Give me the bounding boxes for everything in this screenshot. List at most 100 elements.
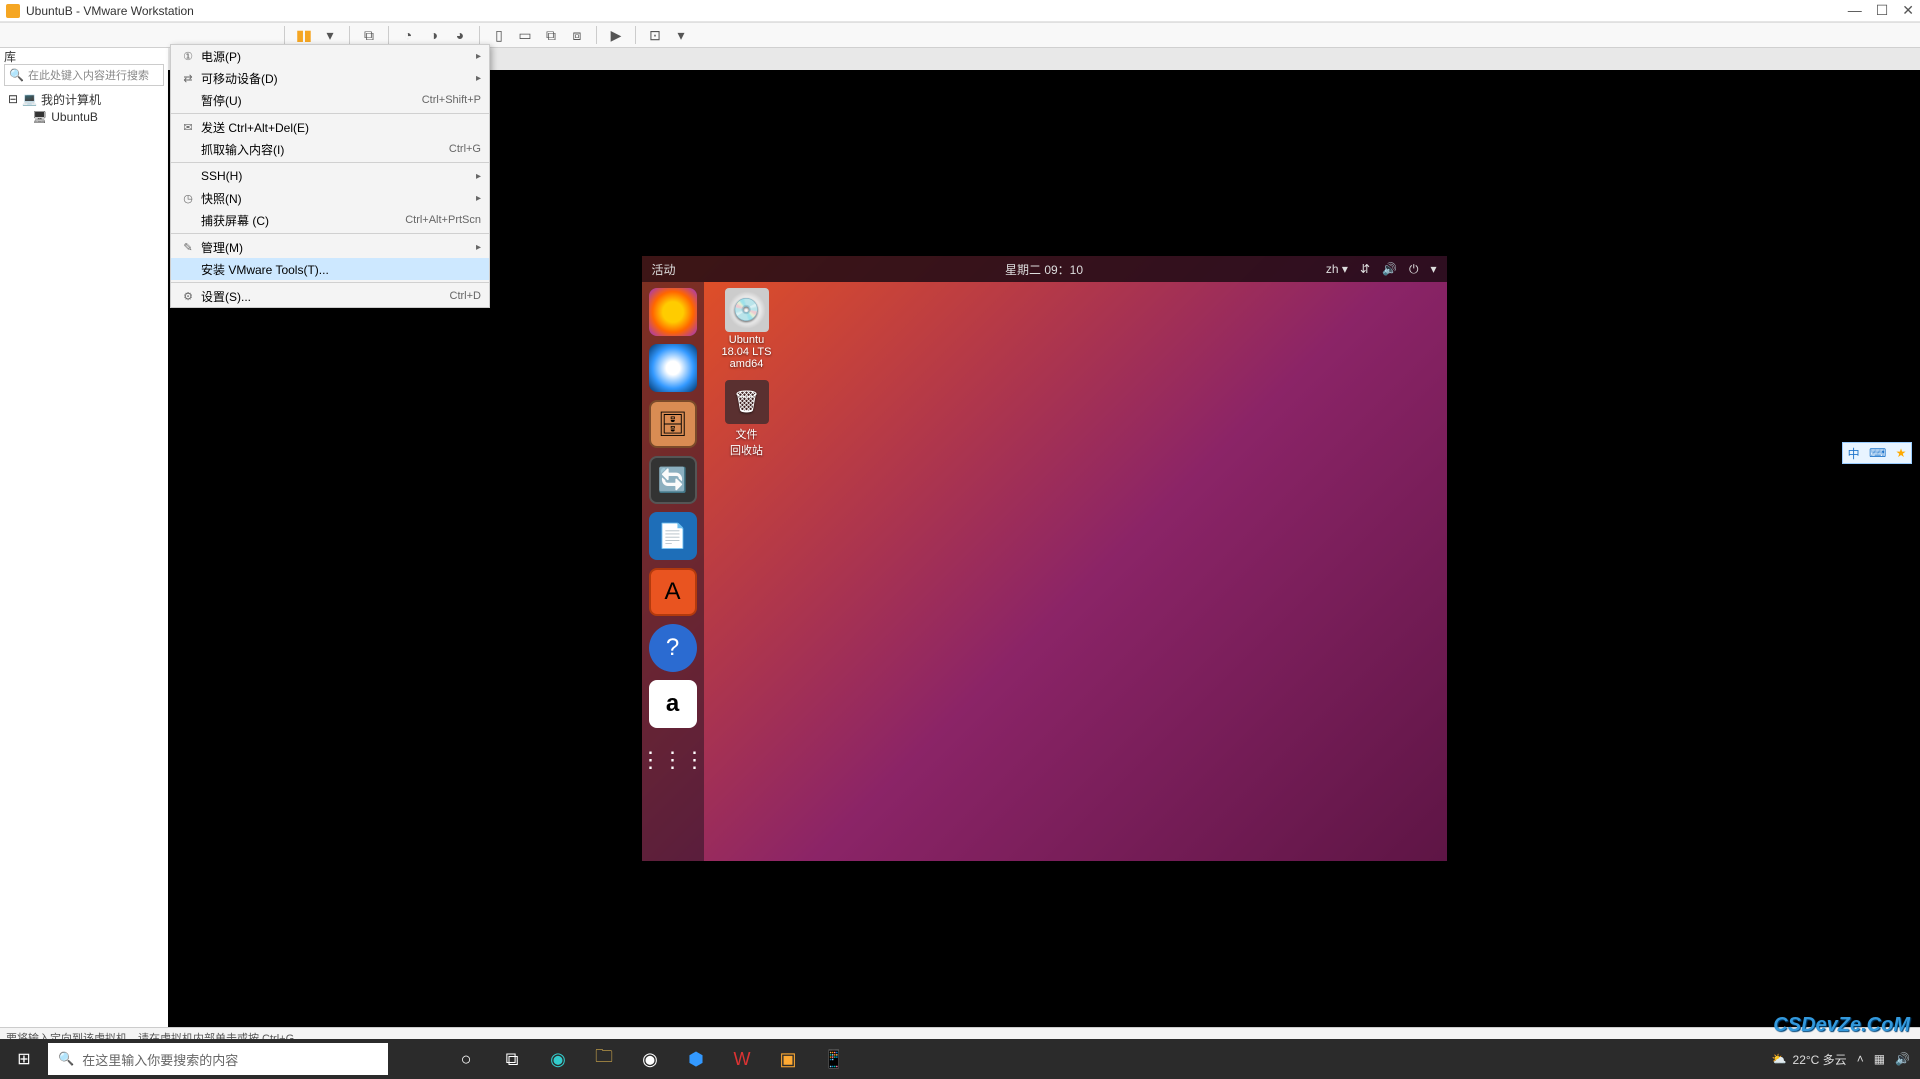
search-placeholder: 在此处键入内容进行搜索	[28, 67, 149, 83]
tree-root[interactable]: ⊟ 💻 我的计算机	[8, 90, 101, 108]
snapshot-manage-icon[interactable]: ◕	[449, 25, 471, 45]
weather-widget[interactable]: ⛅ 22°C 多云	[1772, 1051, 1847, 1068]
library-tree: ⊟ 💻 我的计算机 🖥 UbuntuB	[8, 90, 101, 126]
removable-icon: ⇄	[179, 72, 197, 85]
minimize-button[interactable]: —	[1848, 2, 1862, 19]
watermark: CSDevZe.CoM	[1773, 1014, 1910, 1037]
ime-keyboard-icon: ⌨	[1869, 446, 1886, 460]
maximize-button[interactable]: ☐	[1876, 2, 1889, 19]
menu-power[interactable]: ①电源(P)▸	[171, 45, 489, 67]
ime-widget[interactable]: 中 ⌨ ★	[1842, 442, 1912, 464]
menu-manage[interactable]: ✎管理(M)▸	[171, 236, 489, 258]
menu-install-tools[interactable]: 安装 VMware Tools(T)...	[171, 258, 489, 280]
menu-arrow-icon[interactable]: ▾	[1430, 262, 1436, 276]
menu-pause[interactable]: 暂停(U)Ctrl+Shift+P	[171, 89, 489, 111]
tree-root-label: 我的计算机	[41, 91, 101, 108]
vmware-app-icon	[6, 4, 20, 18]
menu-removable[interactable]: ⇄可移动设备(D)▸	[171, 67, 489, 89]
menu-snapshot[interactable]: ◷快照(N)▸	[171, 187, 489, 209]
menu-separator	[171, 162, 489, 163]
power-icon[interactable]: ⏻	[1409, 262, 1419, 277]
library-label: 库	[4, 48, 16, 65]
tree-vm-label: UbuntuB	[51, 110, 98, 124]
search-placeholder: 在这里输入你要搜索的内容	[82, 1050, 238, 1069]
dropdown-toggle-icon[interactable]: ▾	[319, 25, 341, 45]
snapshot-revert-icon[interactable]: ◑	[423, 25, 445, 45]
layout-icon-3[interactable]: ⧉	[540, 25, 562, 45]
title-bar: UbuntuB - VMware Workstation — ☐ ✕	[0, 0, 1920, 22]
software-icon[interactable]: A	[649, 568, 697, 616]
window-title: UbuntuB - VMware Workstation	[26, 4, 194, 18]
tray-volume-icon[interactable]: 🔊	[1895, 1052, 1910, 1066]
ubuntu-dock: 🗄 🔄 📄 A ? a ⋮⋮⋮	[642, 282, 704, 861]
menu-send-cad[interactable]: ✉发送 Ctrl+Alt+Del(E)	[171, 116, 489, 138]
trash-icon: 🗑	[725, 380, 769, 424]
ubuntu-desktop-icons: 💿 Ubuntu 18.04 LTS amd64 🗑 文件 回收站	[712, 288, 782, 458]
app-icon-3[interactable]: 📱	[812, 1039, 856, 1079]
vmware-taskbar-icon[interactable]: ▣	[766, 1039, 810, 1079]
menu-capture[interactable]: 捕获屏幕 (C)Ctrl+Alt+PrtScn	[171, 209, 489, 231]
desktop-icon-trash[interactable]: 🗑 文件 回收站	[712, 380, 782, 458]
search-icon: 🔍	[9, 68, 24, 82]
library-search[interactable]: 🔍 在此处键入内容进行搜索	[4, 64, 164, 86]
ubuntu-desktop[interactable]: 活动 星期二 09：10 zh ▾ ⇵ 🔊 ⏻ ▾ 🗄 🔄 📄 A ? a	[642, 256, 1447, 861]
start-button[interactable]: ⊞	[0, 1039, 48, 1079]
writer-icon[interactable]: 📄	[649, 512, 697, 560]
close-button[interactable]: ✕	[1902, 2, 1914, 19]
ubuntu-lang[interactable]: zh ▾	[1326, 262, 1348, 276]
window-controls: — ☐ ✕	[1848, 2, 1914, 19]
show-apps-icon[interactable]: ⋮⋮⋮	[649, 736, 697, 784]
dropdown-icon[interactable]: ▾	[670, 25, 692, 45]
menu-separator	[171, 233, 489, 234]
rhythmbox-icon[interactable]: 🔄	[649, 456, 697, 504]
edge-icon[interactable]: ◉	[536, 1039, 580, 1079]
task-view-icon[interactable]: ⧉	[490, 1039, 534, 1079]
menu-settings[interactable]: ⚙设置(S)...Ctrl+D	[171, 285, 489, 307]
app-icon-1[interactable]: ⬢	[674, 1039, 718, 1079]
layout-icon-4[interactable]: ⧈	[566, 25, 588, 45]
activities-button[interactable]: 活动	[652, 261, 676, 278]
layout-icon-1[interactable]: ▯	[488, 25, 510, 45]
send-cad-icon[interactable]: ⧉	[358, 25, 380, 45]
pause-icon[interactable]: ▮▮	[293, 25, 315, 45]
power-circle-icon: ①	[179, 50, 197, 63]
thunderbird-icon[interactable]	[649, 344, 697, 392]
network-icon[interactable]: ⇵	[1360, 262, 1370, 276]
layout-icon-2[interactable]: ▭	[514, 25, 536, 45]
ubuntu-datetime[interactable]: 星期二 09：10	[1005, 261, 1083, 278]
volume-icon[interactable]: 🔊	[1382, 262, 1397, 276]
dvd-label: Ubuntu 18.04 LTS amd64	[712, 334, 782, 370]
weather-text: 22°C 多云	[1793, 1051, 1847, 1068]
menu-ssh[interactable]: SSH(H)▸	[171, 165, 489, 187]
ubuntu-topbar: 活动 星期二 09：10 zh ▾ ⇵ 🔊 ⏻ ▾	[642, 256, 1447, 282]
vm-icon: 🖥	[32, 110, 47, 124]
system-tray: ⛅ 22°C 多云 ˄ ▦ 🔊	[1772, 1051, 1920, 1068]
menu-grab-input[interactable]: 抓取输入内容(I)Ctrl+G	[171, 138, 489, 160]
tree-vm-item[interactable]: 🖥 UbuntuB	[8, 108, 101, 126]
firefox-icon[interactable]	[649, 288, 697, 336]
dvd-icon: 💿	[725, 288, 769, 332]
search-mascot	[388, 1039, 438, 1079]
snapshot-icon[interactable]: ◔	[397, 25, 419, 45]
help-icon[interactable]: ?	[649, 624, 697, 672]
amazon-icon[interactable]: a	[649, 680, 697, 728]
desktop-icon-dvd[interactable]: 💿 Ubuntu 18.04 LTS amd64	[712, 288, 782, 370]
weather-icon: ⛅	[1772, 1052, 1787, 1066]
files-icon[interactable]: 🗄	[649, 400, 697, 448]
windows-search[interactable]: 🔍 在这里输入你要搜索的内容	[48, 1043, 388, 1075]
menu-separator	[171, 113, 489, 114]
fullscreen-icon[interactable]: ▶	[605, 25, 627, 45]
gear-icon: ⚙	[179, 290, 197, 303]
taskbar-icons: ○ ⧉ ◉ 🗀 ◉ ⬢ W ▣ 📱	[444, 1039, 856, 1079]
tray-ime-icon[interactable]: ▦	[1874, 1052, 1885, 1066]
chrome-icon[interactable]: ◉	[628, 1039, 672, 1079]
computer-icon: 💻	[22, 92, 37, 106]
windows-taskbar: ⊞ 🔍 在这里输入你要搜索的内容 ○ ⧉ ◉ 🗀 ◉ ⬢ W ▣ 📱 ⛅ 22°…	[0, 1039, 1920, 1079]
app-icon-2[interactable]: W	[720, 1039, 764, 1079]
explorer-icon[interactable]: 🗀	[582, 1039, 626, 1079]
cortana-icon[interactable]: ○	[444, 1039, 488, 1079]
tray-expand-icon[interactable]: ˄	[1857, 1052, 1864, 1066]
unity-icon[interactable]: ⊡	[644, 25, 666, 45]
collapse-icon: ⊟	[8, 92, 18, 106]
edit-icon: ✎	[179, 241, 197, 254]
